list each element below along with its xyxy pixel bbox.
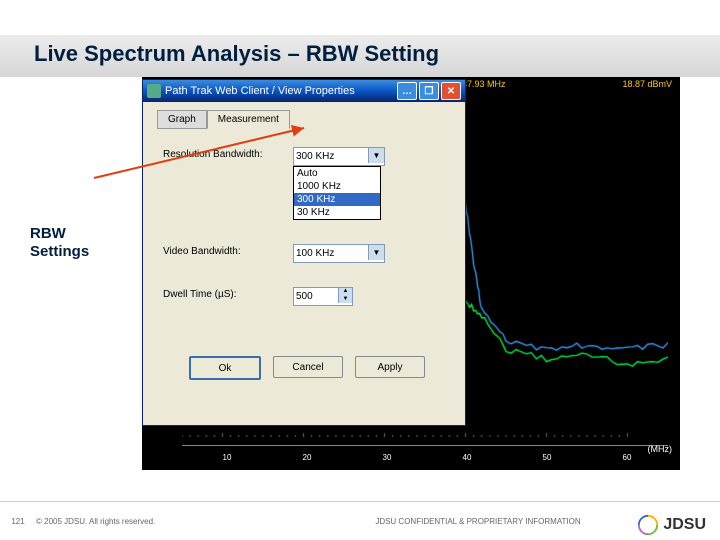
- tab-measurement[interactable]: Measurement: [207, 110, 290, 129]
- view-properties-dialog: Path Trak Web Client / View Properties ……: [142, 79, 466, 426]
- dwell-label: Dwell Time (µS):: [163, 287, 293, 300]
- x-axis-unit: (MHz): [648, 444, 673, 454]
- xtick-10: 10: [223, 453, 232, 462]
- marker-level: 18.87 dBmV: [622, 79, 672, 89]
- rbw-select[interactable]: 300 KHz ▼: [293, 147, 385, 166]
- close-button[interactable]: ✕: [441, 82, 461, 100]
- footer: 121 © 2005 JDSU. All rights reserved. JD…: [0, 501, 720, 540]
- chevron-down-icon: ▼: [368, 245, 384, 260]
- logo-spark-icon: [637, 514, 659, 536]
- app-icon: [147, 84, 161, 98]
- jdsu-logo: JDSU: [637, 514, 706, 536]
- logo-text: JDSU: [663, 516, 706, 534]
- rbw-option-30[interactable]: 30 KHz: [294, 206, 380, 219]
- copyright: © 2005 JDSU. All rights reserved.: [36, 517, 236, 526]
- cancel-button[interactable]: Cancel: [273, 356, 343, 378]
- rbw-callout: RBW Settings: [30, 225, 89, 261]
- dwell-spinner[interactable]: 500 ▲▼: [293, 287, 353, 306]
- vbw-select-value: 100 KHz: [296, 248, 334, 259]
- xtick-50: 50: [543, 453, 552, 462]
- callout-line1: RBW: [30, 225, 66, 242]
- apply-button[interactable]: Apply: [355, 356, 425, 378]
- vbw-label: Video Bandwidth:: [163, 244, 293, 257]
- dialog-titlebar[interactable]: Path Trak Web Client / View Properties ……: [143, 80, 465, 102]
- minimize-button[interactable]: …: [397, 82, 417, 100]
- xtick-20: 20: [303, 453, 312, 462]
- page-title: Live Spectrum Analysis – RBW Setting: [34, 41, 439, 67]
- xtick-60: 60: [623, 453, 632, 462]
- x-axis: [182, 445, 668, 446]
- title-band: Live Spectrum Analysis – RBW Setting: [0, 35, 720, 77]
- dialog-title: Path Trak Web Client / View Properties: [165, 85, 355, 97]
- maximize-button[interactable]: ❐: [419, 82, 439, 100]
- tab-graph[interactable]: Graph: [157, 110, 207, 129]
- spinner-buttons[interactable]: ▲▼: [338, 288, 352, 303]
- xtick-40: 40: [463, 453, 472, 462]
- vbw-select[interactable]: 100 KHz ▼: [293, 244, 385, 263]
- rbw-dropdown-list: Auto 1000 KHz 300 KHz 30 KHz: [293, 166, 381, 220]
- rbw-option-1000[interactable]: 1000 KHz: [294, 180, 380, 193]
- rbw-option-auto[interactable]: Auto: [294, 167, 380, 180]
- rbw-select-value: 300 KHz: [296, 151, 334, 162]
- dwell-value: 500: [296, 291, 313, 302]
- xtick-30: 30: [383, 453, 392, 462]
- chevron-down-icon: ▼: [368, 148, 384, 163]
- rbw-label: Resolution Bandwidth:: [163, 147, 293, 160]
- rbw-option-300[interactable]: 300 KHz: [294, 193, 380, 206]
- callout-line2: Settings: [30, 243, 89, 260]
- ok-button[interactable]: Ok: [189, 356, 261, 380]
- marker-freq: 37.93 MHz: [462, 79, 506, 89]
- page-number: 121: [0, 517, 36, 526]
